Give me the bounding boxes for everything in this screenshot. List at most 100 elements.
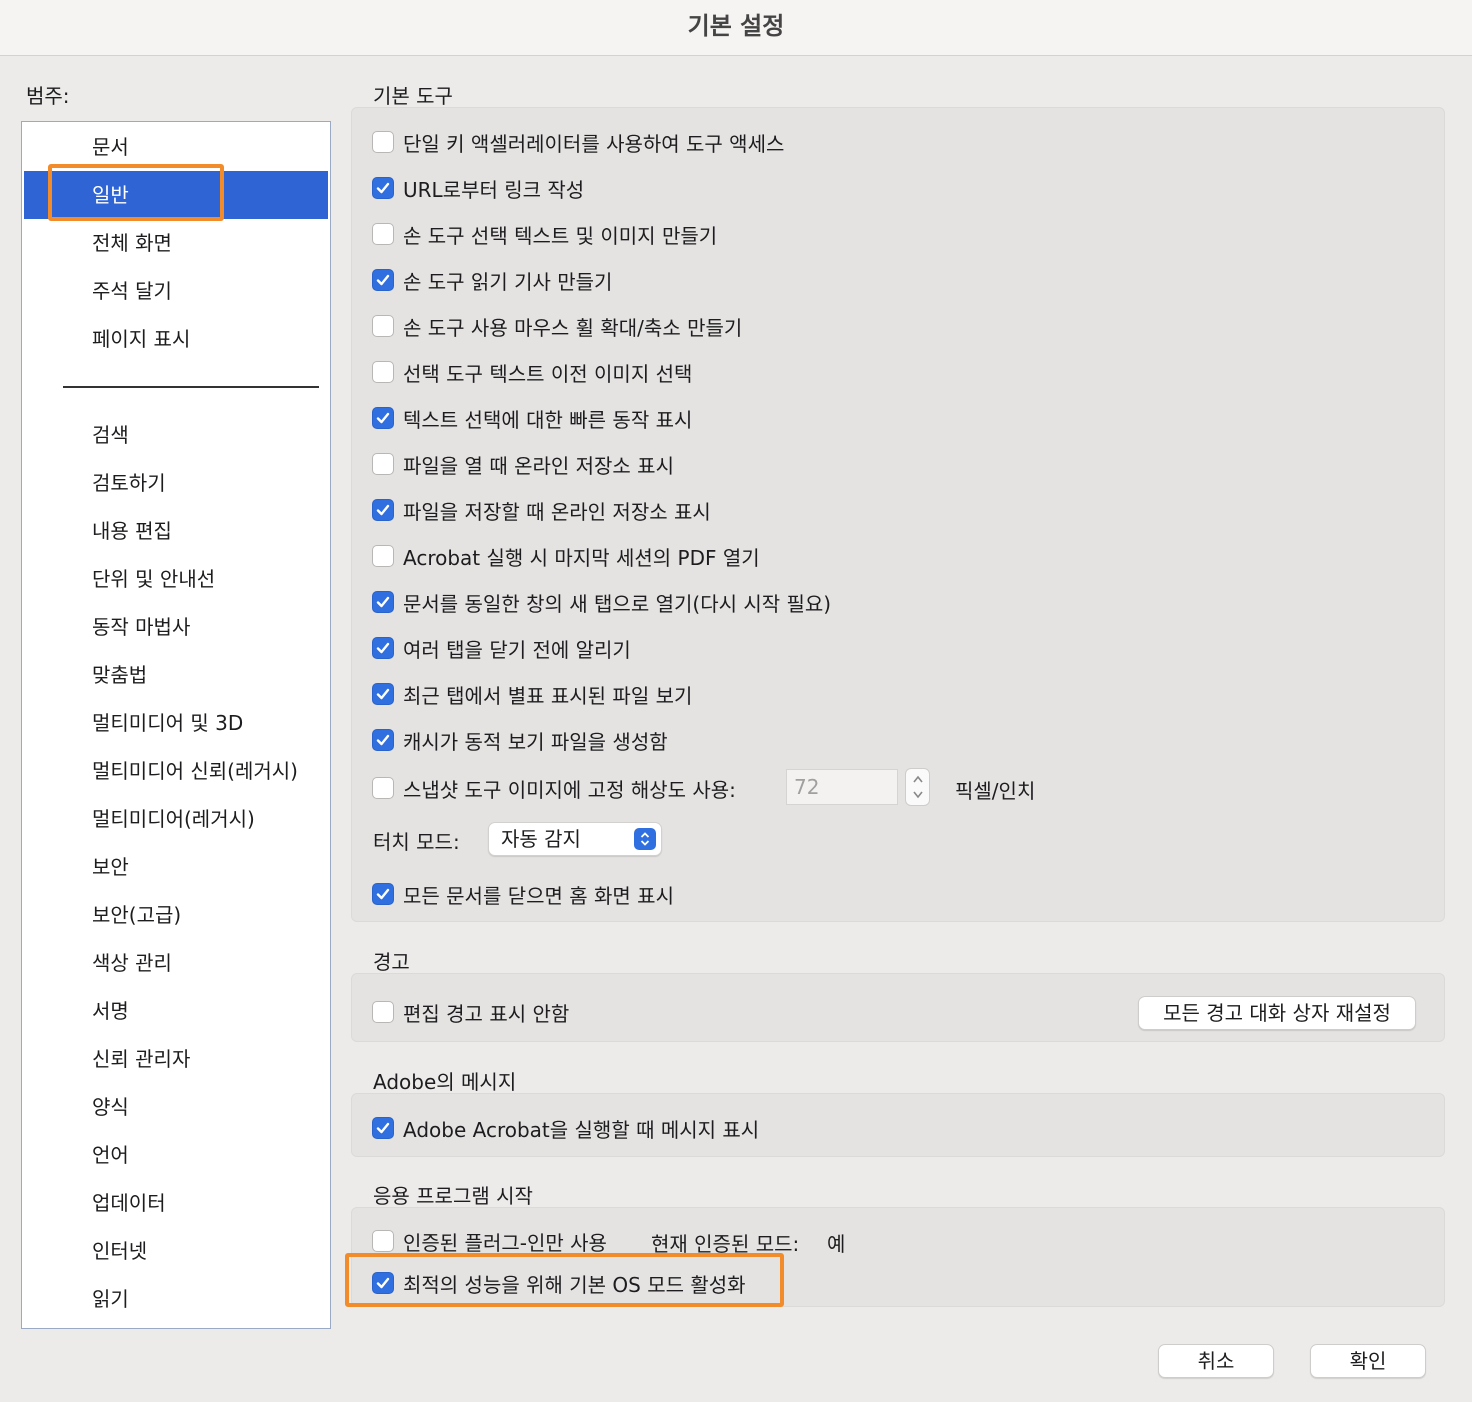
resolution-input[interactable]: 72 bbox=[786, 769, 898, 805]
checkbox-unchecked[interactable] bbox=[372, 361, 394, 383]
checkbox-unchecked[interactable] bbox=[372, 1001, 394, 1023]
option-label: 캐시가 동적 보기 파일을 생성함 bbox=[403, 729, 668, 754]
option-no-edit-warning[interactable]: 편집 경고 표시 안함 bbox=[372, 997, 569, 1027]
option-quick-actions-on-selection[interactable]: 텍스트 선택에 대한 빠른 동작 표시 bbox=[372, 403, 692, 433]
category-item-reading[interactable]: 읽기 bbox=[24, 1275, 328, 1323]
section-title-basic-tools: 기본 도구 bbox=[373, 84, 453, 108]
option-native-os-mode[interactable]: 최적의 성능을 위해 기본 OS 모드 활성화 bbox=[372, 1268, 746, 1298]
checkbox-unchecked[interactable] bbox=[372, 131, 394, 153]
resolution-stepper[interactable] bbox=[905, 768, 930, 806]
option-snapshot-fixed-resolution[interactable]: 스냅샷 도구 이미지에 고정 해상도 사용: bbox=[372, 773, 736, 803]
category-item-search[interactable]: 검색 bbox=[24, 411, 328, 459]
category-list[interactable]: 문서 일반 전체 화면 주석 달기 페이지 표시 검색 검토하기 내용 편집 단… bbox=[21, 121, 331, 1329]
current-certified-mode-label: 현재 인증된 모드: bbox=[651, 1232, 800, 1256]
checkbox-unchecked[interactable] bbox=[372, 453, 394, 475]
checkmark-icon[interactable] bbox=[372, 1272, 394, 1294]
cancel-button[interactable]: 취소 bbox=[1158, 1344, 1274, 1378]
resolution-unit-label: 픽셀/인치 bbox=[955, 779, 1036, 803]
option-label: 최적의 성능을 위해 기본 OS 모드 활성화 bbox=[403, 1272, 746, 1297]
category-item-page-display[interactable]: 페이지 표시 bbox=[24, 315, 328, 363]
category-divider bbox=[63, 386, 319, 388]
reset-all-warnings-button[interactable]: 모든 경고 대화 상자 재설정 bbox=[1138, 996, 1416, 1030]
category-item-multimedia-3d[interactable]: 멀티미디어 및 3D bbox=[24, 699, 328, 747]
option-online-storage-open[interactable]: 파일을 열 때 온라인 저장소 표시 bbox=[372, 449, 674, 479]
option-home-on-close[interactable]: 모든 문서를 닫으면 홈 화면 표시 bbox=[372, 879, 674, 909]
category-item-full-screen[interactable]: 전체 화면 bbox=[24, 219, 328, 267]
option-show-messages-on-launch[interactable]: Adobe Acrobat을 실행할 때 메시지 표시 bbox=[372, 1113, 759, 1143]
checkmark-icon[interactable] bbox=[372, 591, 394, 613]
category-item-forms[interactable]: 양식 bbox=[24, 1083, 328, 1131]
category-label: 범주: bbox=[26, 84, 70, 108]
option-label: 스냅샷 도구 이미지에 고정 해상도 사용: bbox=[403, 777, 736, 802]
category-item-signatures[interactable]: 서명 bbox=[24, 987, 328, 1035]
window-title: 기본 설정 bbox=[0, 0, 1472, 56]
category-item-review[interactable]: 검토하기 bbox=[24, 459, 328, 507]
category-item-multimedia-legacy[interactable]: 멀티미디어(레거시) bbox=[24, 795, 328, 843]
option-hand-tool-read-articles[interactable]: 손 도구 읽기 기사 만들기 bbox=[372, 265, 612, 295]
checkmark-icon[interactable] bbox=[372, 407, 394, 429]
stepper-arrows-icon bbox=[912, 775, 923, 799]
updown-chevron-icon bbox=[634, 828, 656, 850]
touch-mode-value: 자동 감지 bbox=[501, 827, 581, 851]
category-item-general[interactable]: 일반 bbox=[24, 171, 328, 219]
checkmark-icon[interactable] bbox=[372, 1117, 394, 1139]
checkmark-icon[interactable] bbox=[372, 637, 394, 659]
checkbox-unchecked[interactable] bbox=[372, 315, 394, 337]
category-item-trust-manager[interactable]: 신뢰 관리자 bbox=[24, 1035, 328, 1083]
option-label: 선택 도구 텍스트 이전 이미지 선택 bbox=[403, 361, 693, 386]
touch-mode-select[interactable]: 자동 감지 bbox=[488, 822, 662, 856]
option-hand-tool-select-text[interactable]: 손 도구 선택 텍스트 및 이미지 만들기 bbox=[372, 219, 717, 249]
category-item-updater[interactable]: 업데이터 bbox=[24, 1179, 328, 1227]
category-item-spelling[interactable]: 맞춤법 bbox=[24, 651, 328, 699]
option-single-key-accelerators[interactable]: 단일 키 액셀러레이터를 사용하여 도구 액세스 bbox=[372, 127, 784, 157]
option-label: 여러 탭을 닫기 전에 알리기 bbox=[403, 637, 631, 662]
option-open-in-new-tab[interactable]: 문서를 동일한 창의 새 탭으로 열기(다시 시작 필요) bbox=[372, 587, 831, 617]
category-item-internet[interactable]: 인터넷 bbox=[24, 1227, 328, 1275]
option-label: 단일 키 액셀러레이터를 사용하여 도구 액세스 bbox=[403, 131, 785, 156]
section-title-app-startup: 응용 프로그램 시작 bbox=[373, 1184, 533, 1208]
category-item-security[interactable]: 보안 bbox=[24, 843, 328, 891]
option-starred-files-recent-tab[interactable]: 최근 탭에서 별표 표시된 파일 보기 bbox=[372, 679, 692, 709]
category-item-action-wizard[interactable]: 동작 마법사 bbox=[24, 603, 328, 651]
checkbox-unchecked[interactable] bbox=[372, 1230, 394, 1252]
option-label: URL로부터 링크 작성 bbox=[403, 177, 585, 202]
option-reopen-last-session[interactable]: Acrobat 실행 시 마지막 세션의 PDF 열기 bbox=[372, 541, 760, 571]
option-hand-tool-wheel-zoom[interactable]: 손 도구 사용 마우스 휠 확대/축소 만들기 bbox=[372, 311, 742, 341]
option-certified-plugins-only[interactable]: 인증된 플러그-인만 사용 bbox=[372, 1226, 607, 1256]
checkmark-icon[interactable] bbox=[372, 177, 394, 199]
option-label: Adobe Acrobat을 실행할 때 메시지 표시 bbox=[403, 1117, 760, 1142]
checkmark-icon[interactable] bbox=[372, 499, 394, 521]
category-item-units-guides[interactable]: 단위 및 안내선 bbox=[24, 555, 328, 603]
section-title-adobe-messages: Adobe의 메시지 bbox=[373, 1070, 517, 1094]
option-label: 손 도구 선택 텍스트 및 이미지 만들기 bbox=[403, 223, 718, 248]
option-select-tool-images-before-text[interactable]: 선택 도구 텍스트 이전 이미지 선택 bbox=[372, 357, 692, 387]
checkbox-unchecked[interactable] bbox=[372, 777, 394, 799]
checkmark-icon[interactable] bbox=[372, 883, 394, 905]
option-label: 모든 문서를 닫으면 홈 화면 표시 bbox=[403, 883, 674, 908]
option-label: Acrobat 실행 시 마지막 세션의 PDF 열기 bbox=[403, 545, 760, 570]
option-label: 손 도구 읽기 기사 만들기 bbox=[403, 269, 613, 294]
category-item-language[interactable]: 언어 bbox=[24, 1131, 328, 1179]
category-item-color-management[interactable]: 색상 관리 bbox=[24, 939, 328, 987]
option-cache-dynamic-view[interactable]: 캐시가 동적 보기 파일을 생성함 bbox=[372, 725, 668, 755]
category-item-security-enhanced[interactable]: 보안(고급) bbox=[24, 891, 328, 939]
option-create-links-from-urls[interactable]: URL로부터 링크 작성 bbox=[372, 173, 584, 203]
checkbox-unchecked[interactable] bbox=[372, 545, 394, 567]
option-label: 손 도구 사용 마우스 휠 확대/축소 만들기 bbox=[403, 315, 743, 340]
checkbox-unchecked[interactable] bbox=[372, 223, 394, 245]
option-label: 파일을 저장할 때 온라인 저장소 표시 bbox=[403, 499, 711, 524]
checkmark-icon[interactable] bbox=[372, 269, 394, 291]
category-item-content-editing[interactable]: 내용 편집 bbox=[24, 507, 328, 555]
option-label: 최근 탭에서 별표 표시된 파일 보기 bbox=[403, 683, 693, 708]
touch-mode-label: 터치 모드: bbox=[373, 830, 460, 854]
option-label: 파일을 열 때 온라인 저장소 표시 bbox=[403, 453, 674, 478]
option-online-storage-save[interactable]: 파일을 저장할 때 온라인 저장소 표시 bbox=[372, 495, 711, 525]
ok-button[interactable]: 확인 bbox=[1310, 1344, 1426, 1378]
option-label: 텍스트 선택에 대한 빠른 동작 표시 bbox=[403, 407, 693, 432]
category-item-document[interactable]: 문서 bbox=[24, 123, 328, 171]
checkmark-icon[interactable] bbox=[372, 683, 394, 705]
category-item-commenting[interactable]: 주석 달기 bbox=[24, 267, 328, 315]
checkmark-icon[interactable] bbox=[372, 729, 394, 751]
option-warn-closing-tabs[interactable]: 여러 탭을 닫기 전에 알리기 bbox=[372, 633, 631, 663]
category-item-multimedia-trust-legacy[interactable]: 멀티미디어 신뢰(레거시) bbox=[24, 747, 328, 795]
